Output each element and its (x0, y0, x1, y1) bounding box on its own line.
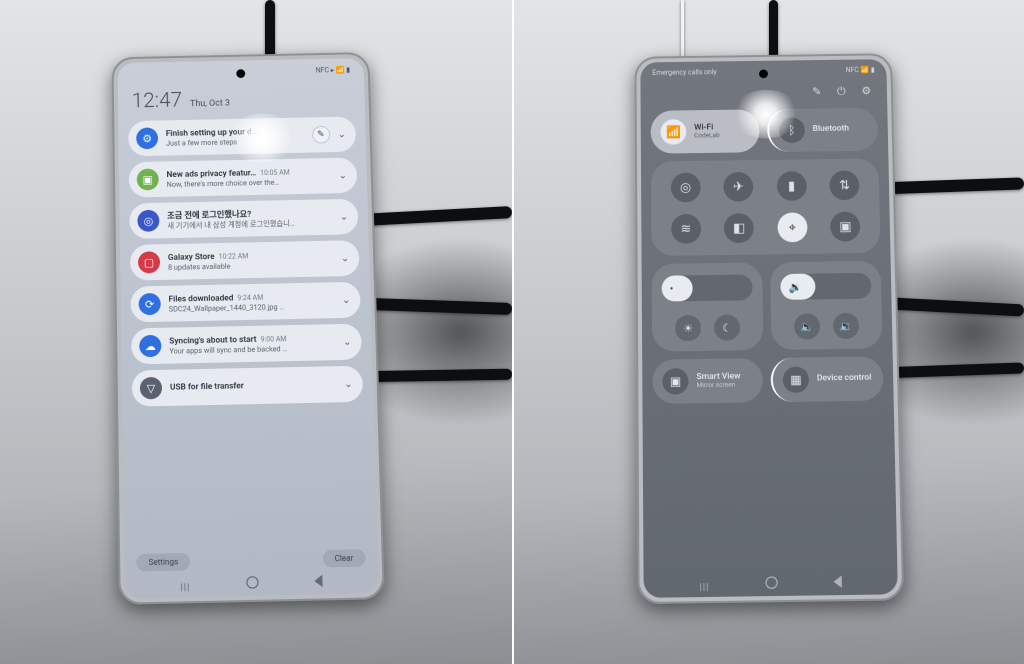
qs-utility-row: ✎ ⏻ ⚙ (640, 80, 887, 111)
nav-recents[interactable] (699, 574, 709, 594)
notif-title: Files downloaded (168, 293, 233, 304)
magic-wand-icon[interactable]: ✎ (312, 126, 330, 144)
notification-panel[interactable]: NFC ▸ 📶 ▮ 12:47 Thu, Oct 3 ⚙ Finish sett… (117, 58, 378, 599)
volume-slider[interactable]: 🔉 (780, 273, 871, 300)
chevron-down-icon[interactable]: ⌄ (340, 211, 349, 222)
notif-time: 9:24 AM (237, 293, 263, 302)
smart-view-sub: Mirror screen (697, 382, 741, 390)
qs-toggle-grid: ◎ ✈ ▮ ⇅ ≋ ◧ ⌖ ▣ (651, 158, 881, 256)
notification-card[interactable]: ◎ 조금 전에 로그인했나요? 새 기기에서 내 삼성 계정에 로그인했습니… … (129, 199, 358, 239)
edit-icon[interactable]: ✎ (812, 85, 821, 99)
notif-time: 10:22 AM (219, 252, 249, 261)
nav-bar (644, 572, 898, 594)
notif-app-icon: ⟳ (139, 293, 161, 315)
wifi-icon: 📶 (660, 119, 686, 145)
quick-settings-panel[interactable]: Emergency calls only NFC 📶 ▮ ✎ ⏻ ⚙ 📶 Wi-… (640, 59, 898, 598)
notif-app-icon: ☁ (139, 335, 161, 357)
qs-toggle-data-sync[interactable]: ⇅ (829, 170, 859, 200)
smart-view-tile[interactable]: ▣ Smart View Mirror screen (652, 358, 763, 404)
chevron-down-icon[interactable]: ⌄ (337, 129, 346, 140)
device-control-tile[interactable]: ▦ Device control (770, 356, 883, 402)
qs-toggle-hotspot[interactable]: ≋ (671, 214, 701, 244)
phone-frame-right: Emergency calls only NFC 📶 ▮ ✎ ⏻ ⚙ 📶 Wi-… (634, 53, 904, 604)
notif-app-icon: ▣ (137, 168, 159, 190)
device-control-label: Device control (817, 374, 872, 384)
notif-app-icon: ◎ (137, 210, 159, 232)
notif-settings-button[interactable]: Settings (136, 553, 190, 572)
notif-title: USB for file transfer (170, 381, 244, 393)
sound-output-button[interactable]: 🔈 (794, 313, 820, 339)
notification-list[interactable]: ⚙ Finish setting up your d… Just a few m… (118, 116, 373, 407)
brightness-pod: • ☀ ☾ (652, 262, 764, 351)
phone-frame-left: NFC ▸ 📶 ▮ 12:47 Thu, Oct 3 ⚙ Finish sett… (111, 52, 384, 605)
nav-bar (124, 570, 378, 594)
notification-card[interactable]: ▢ Galaxy Store10:22 AM 8 updates availab… (130, 240, 360, 280)
volume-pod: 🔉 🔈 🔉 (770, 261, 882, 350)
photo-left: NFC ▸ 📶 ▮ 12:47 Thu, Oct 3 ⚙ Finish sett… (0, 0, 512, 664)
notif-app-icon: ⚙ (136, 127, 158, 149)
notif-clear-button[interactable]: Clear (322, 549, 365, 567)
status-icons: NFC 📶 ▮ (846, 66, 875, 74)
chevron-down-icon[interactable]: ⌄ (344, 378, 353, 389)
qs-toggle-auto-rotate[interactable]: ◎ (671, 173, 701, 203)
sound-mode-button[interactable]: 🔉 (833, 313, 859, 339)
front-camera (759, 69, 768, 78)
notif-time: 9:00 AM (260, 335, 286, 344)
brightness-slider[interactable]: • (662, 274, 753, 301)
qs-toggle-location[interactable]: ⌖ (777, 212, 807, 242)
bluetooth-label: Bluetooth (813, 125, 849, 135)
notif-title: Galaxy Store (168, 252, 215, 263)
chevron-down-icon[interactable]: ⌄ (341, 253, 350, 264)
nav-back[interactable] (833, 575, 841, 587)
clock-time: 12:47 (132, 89, 183, 113)
dark-mode-button[interactable]: ☾ (714, 314, 740, 340)
qs-toggle-multi-window[interactable]: ▣ (830, 212, 860, 242)
smart-view-icon: ▣ (662, 368, 688, 395)
notif-app-icon: ▽ (140, 377, 162, 400)
power-icon[interactable]: ⏻ (837, 85, 846, 99)
status-emergency: Emergency calls only (652, 68, 717, 77)
photo-right: Emergency calls only NFC 📶 ▮ ✎ ⏻ ⚙ 📶 Wi-… (512, 0, 1024, 664)
bluetooth-tile[interactable]: ᛒ Bluetooth (767, 108, 878, 152)
notif-time: 10:05 AM (260, 168, 290, 176)
qs-toggle-power-save[interactable]: ◧ (724, 213, 754, 243)
notif-app-icon: ▢ (138, 251, 160, 273)
nav-home[interactable] (765, 576, 777, 589)
wifi-tile[interactable]: 📶 Wi-Fi CodeLab (651, 109, 760, 153)
auto-brightness-button[interactable]: ☀ (675, 315, 701, 341)
nav-back[interactable] (314, 575, 322, 588)
clock-date: Thu, Oct 3 (190, 99, 230, 110)
notification-card[interactable]: ☁ Syncing's about to start9:00 AM Your a… (131, 324, 362, 365)
notification-card[interactable]: ▽ USB for file transfer ⌄ (132, 366, 364, 407)
notif-title: Finish setting up your d… (166, 127, 258, 139)
bluetooth-icon: ᛒ (779, 117, 805, 143)
chevron-down-icon[interactable]: ⌄ (342, 294, 351, 305)
chevron-down-icon[interactable]: ⌄ (339, 170, 348, 181)
notification-card[interactable]: ▣ New ads privacy featur…10:05 AM Now, t… (129, 157, 358, 197)
chevron-down-icon[interactable]: ⌄ (343, 336, 352, 347)
wifi-network: CodeLab (694, 132, 720, 139)
volume-icon: 🔉 (788, 280, 802, 293)
device-control-icon: ▦ (783, 366, 809, 393)
nav-home[interactable] (246, 576, 258, 589)
settings-icon[interactable]: ⚙ (861, 84, 871, 98)
clock-row: 12:47 Thu, Oct 3 (118, 81, 365, 121)
notification-card[interactable]: ⟳ Files downloaded9:24 AM SDC24_Wallpape… (130, 282, 360, 323)
notif-subtitle: 새 기기에서 내 삼성 계정에 로그인했습니… (167, 218, 332, 231)
nav-recents[interactable] (180, 574, 190, 594)
status-icons: NFC ▸ 📶 ▮ (316, 66, 350, 74)
notification-card[interactable]: ⚙ Finish setting up your d… Just a few m… (128, 116, 356, 156)
qs-toggle-airplane[interactable]: ✈ (724, 172, 754, 202)
qs-toggle-flashlight[interactable]: ▮ (777, 171, 807, 201)
brightness-icon: • (670, 282, 674, 295)
